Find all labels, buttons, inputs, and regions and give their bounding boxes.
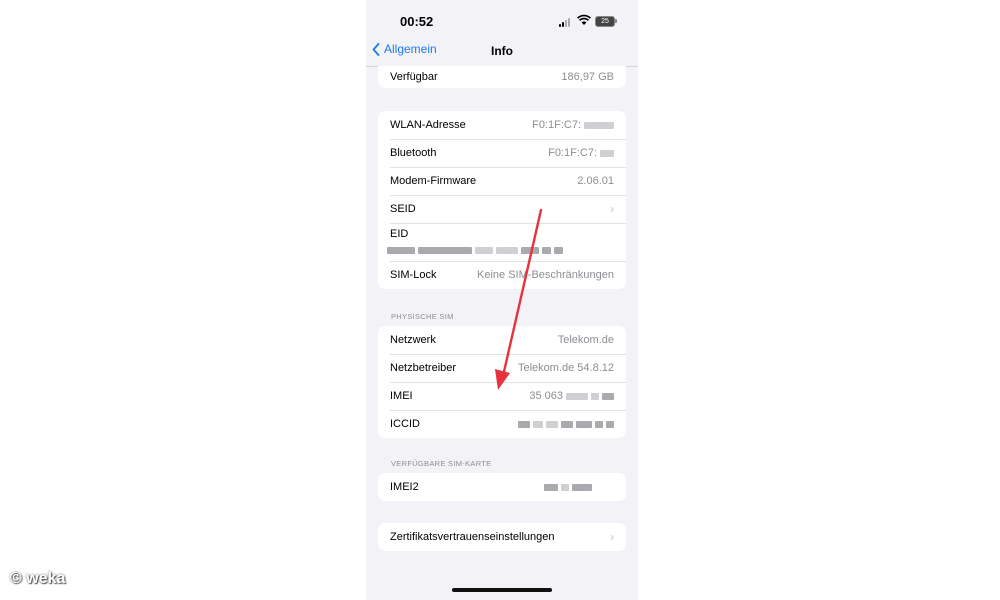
modem-firmware-value: 2.06.01 — [577, 175, 614, 187]
imei-row: IMEI 35 063 — [378, 382, 626, 410]
cellular-signal-icon — [559, 17, 573, 27]
chevron-right-icon: › — [610, 530, 614, 544]
modem-firmware-row: Modem-Firmware 2.06.01 — [378, 167, 626, 195]
imei2-label: IMEI2 — [390, 481, 419, 493]
modem-firmware-label: Modem-Firmware — [390, 175, 477, 187]
wlan-address-value: F0:1F:C7: — [532, 119, 614, 131]
eid-value-redacted — [387, 244, 563, 256]
carrier-value: Telekom.de 54.8.12 — [517, 362, 614, 374]
watermark: © weka — [10, 570, 66, 587]
eid-row: EID — [378, 223, 626, 261]
available-sim-group: IMEI2 — [378, 473, 626, 501]
wlan-address-row: WLAN-Adresse F0:1F:C7: — [378, 111, 626, 139]
battery-icon: 25 — [595, 16, 615, 27]
physical-sim-header: PHYSISCHE SIM — [391, 312, 454, 321]
storage-label: Verfügbar — [390, 71, 438, 83]
iccid-row: ICCID — [378, 410, 626, 438]
certificate-trust-row[interactable]: Zertifikatsvertrauenseinstellungen › — [378, 523, 626, 551]
seid-label: SEID — [390, 203, 416, 215]
network-label: Netzwerk — [390, 334, 436, 346]
network-value: Telekom.de — [557, 334, 614, 346]
sim-lock-value: Keine SIM-Beschränkungen — [477, 269, 614, 281]
bluetooth-label: Bluetooth — [390, 147, 437, 159]
network-row: Netzwerk Telekom.de — [378, 326, 626, 354]
storage-group: Verfügbar 186,97 GB — [378, 66, 626, 88]
battery-cap — [615, 19, 617, 23]
storage-value: 186,97 GB — [561, 71, 614, 83]
imei2-value-redacted — [541, 481, 592, 493]
imei-label: IMEI — [390, 390, 413, 402]
chevron-right-icon: › — [610, 202, 614, 216]
bluetooth-value: F0:1F:C7: — [548, 147, 614, 159]
certificate-group: Zertifikatsvertrauenseinstellungen › — [378, 523, 626, 551]
navigation-bar: Allgemein Info — [366, 36, 638, 67]
imei2-row: IMEI2 — [378, 473, 626, 501]
sim-lock-row: SIM-Lock Keine SIM-Beschränkungen — [378, 261, 626, 289]
seid-row[interactable]: SEID › — [378, 195, 626, 223]
available-sim-header: VERFÜGBARE SIM-KARTE — [391, 459, 492, 468]
wifi-icon — [577, 14, 591, 25]
iccid-value-redacted — [515, 418, 614, 430]
home-indicator[interactable] — [452, 588, 552, 592]
bluetooth-row: Bluetooth F0:1F:C7: — [378, 139, 626, 167]
physical-sim-group: Netzwerk Telekom.de Netzbetreiber Teleko… — [378, 326, 626, 438]
sim-lock-label: SIM-Lock — [390, 269, 437, 281]
carrier-row: Netzbetreiber Telekom.de 54.8.12 — [378, 354, 626, 382]
imei-value: 35 063 — [529, 390, 614, 402]
iccid-label: ICCID — [390, 418, 420, 430]
eid-label: EID — [390, 228, 409, 240]
storage-row: Verfügbar 186,97 GB — [378, 66, 626, 88]
certificate-trust-label: Zertifikatsvertrauenseinstellungen — [390, 531, 555, 543]
page-title: Info — [491, 44, 513, 58]
wlan-address-label: WLAN-Adresse — [390, 119, 466, 131]
carrier-label: Netzbetreiber — [390, 362, 457, 374]
phone-screen: 00:52 25 Allgemein Info Verfügbar 186,97… — [366, 0, 638, 600]
network-info-group: WLAN-Adresse F0:1F:C7: Bluetooth F0:1F:C… — [378, 111, 626, 289]
status-time: 00:52 — [400, 14, 434, 29]
